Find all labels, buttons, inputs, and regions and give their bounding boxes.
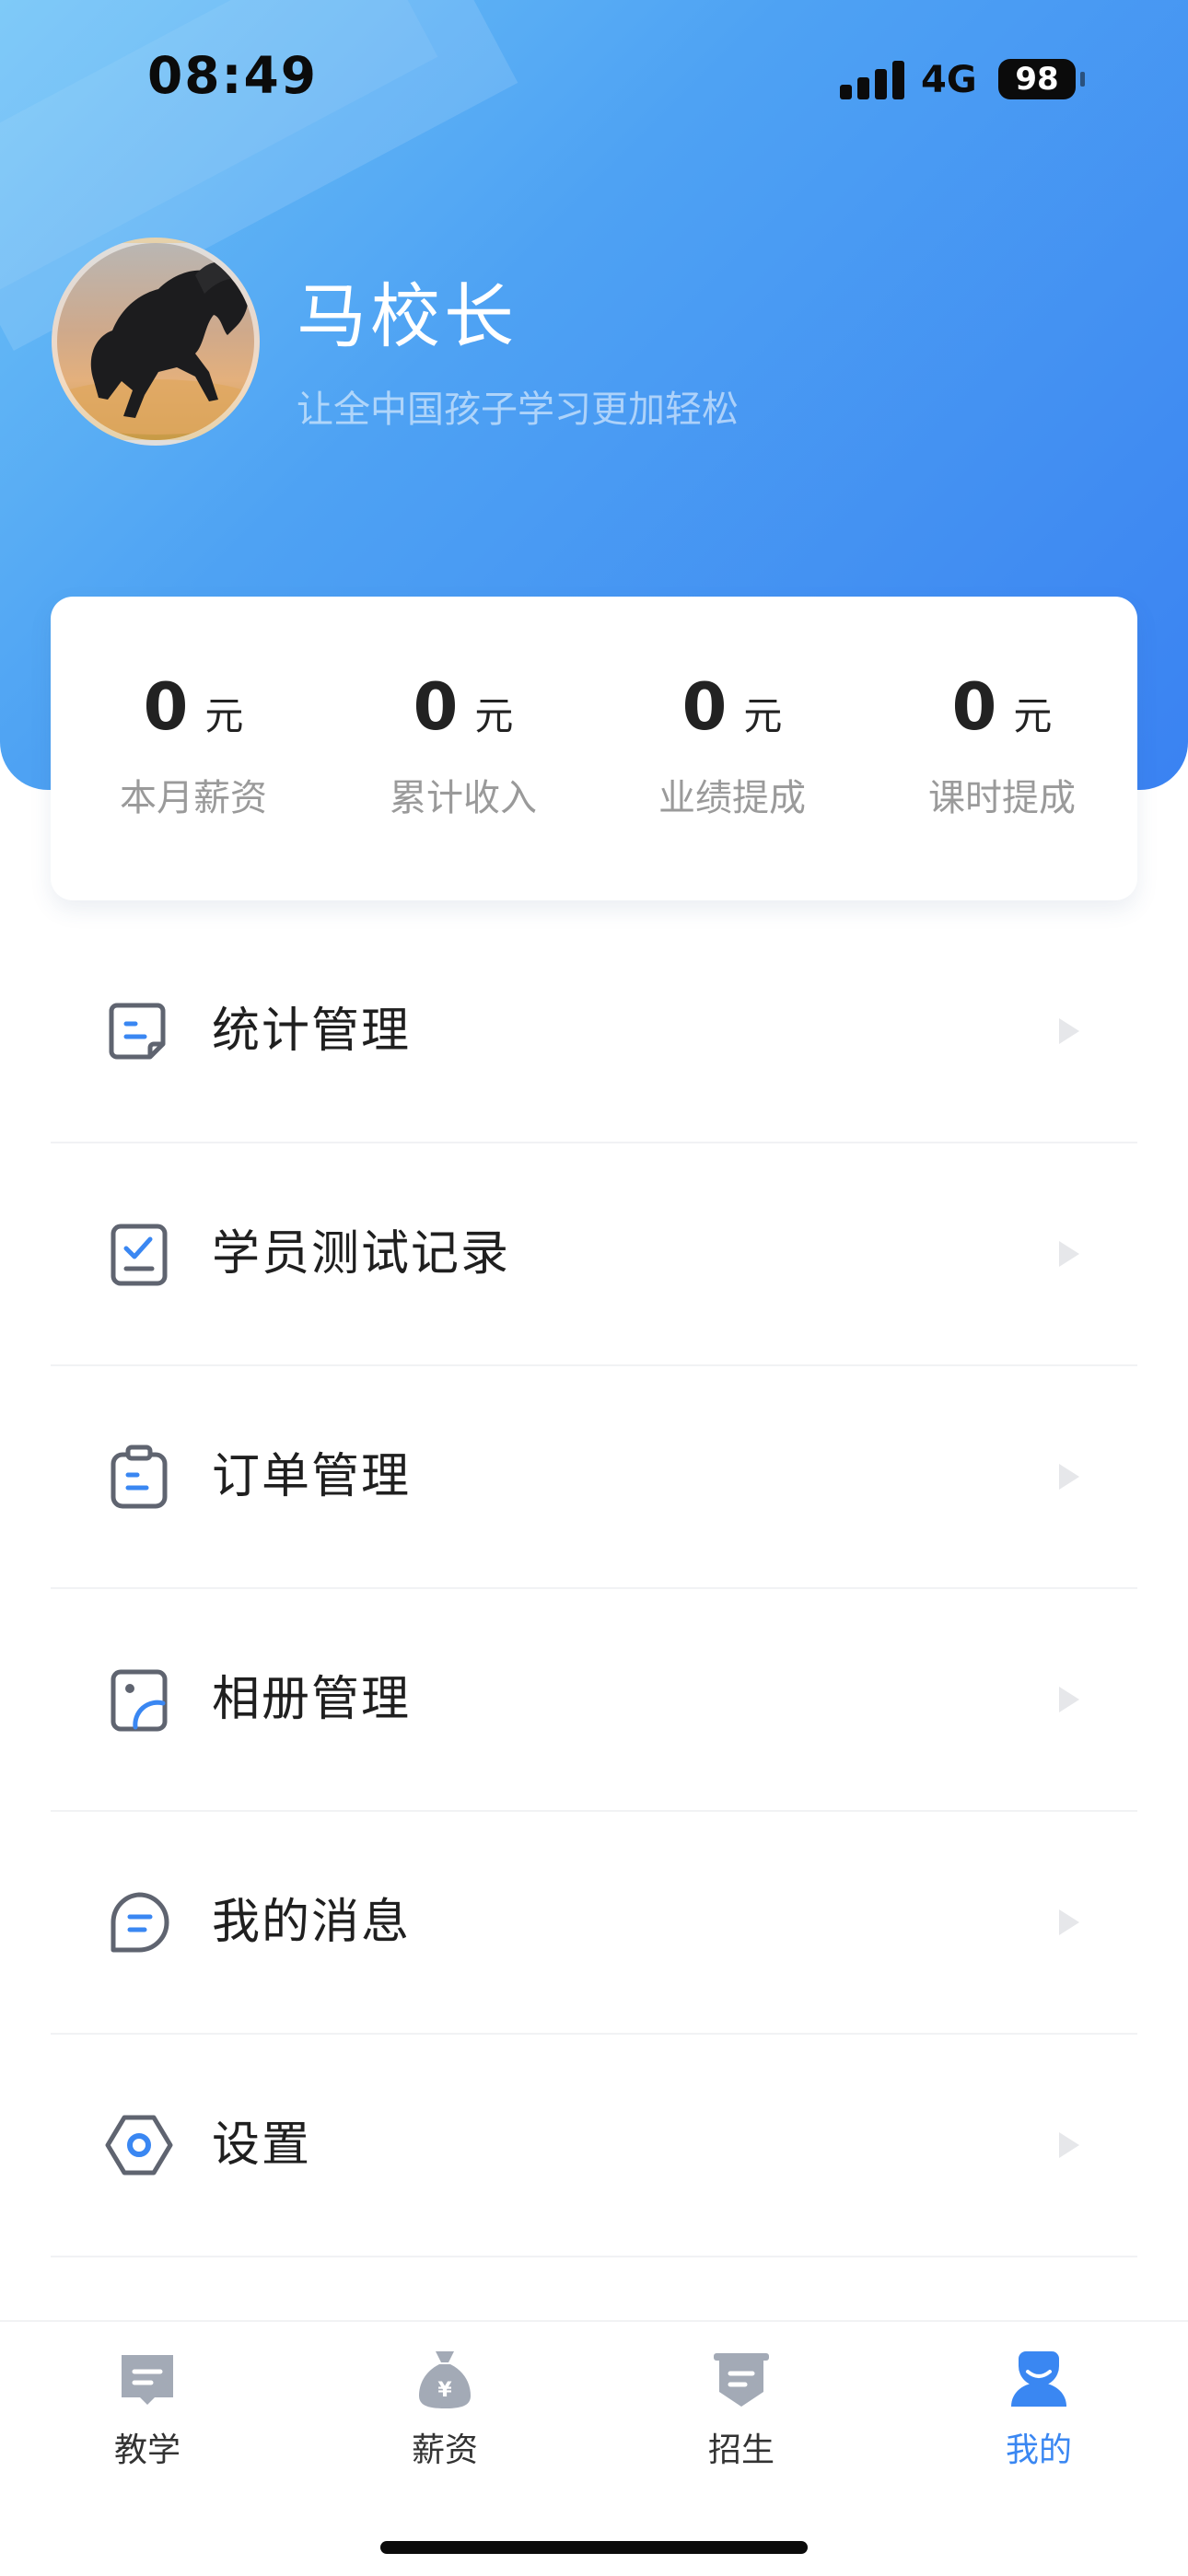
- chevron-right-icon: [1059, 2132, 1079, 2158]
- stat-unit: 元: [204, 693, 244, 738]
- tab-salary[interactable]: ¥ 薪资: [353, 2346, 537, 2471]
- menu-item-label: 相册管理: [212, 1672, 412, 1727]
- earnings-summary-card: 0元 本月薪资 0元 累计收入 0元 业绩提成 0元 课时提成: [51, 597, 1137, 900]
- menu-item-settings[interactable]: 设置: [51, 2035, 1137, 2257]
- album-icon: [111, 1669, 168, 1732]
- stat-total-income[interactable]: 0元 累计收入: [348, 672, 578, 821]
- signal-icon: [840, 59, 904, 99]
- user-icon: [1011, 2351, 1066, 2407]
- menu-item-album[interactable]: 相册管理: [51, 1589, 1137, 1812]
- message-icon: [111, 1892, 169, 1953]
- menu-item-statistics[interactable]: 统计管理: [51, 921, 1137, 1143]
- enrollment-icon: [714, 2353, 769, 2407]
- home-indicator: [380, 2541, 808, 2554]
- stat-label: 业绩提成: [658, 777, 806, 819]
- menu-item-label: 统计管理: [212, 1004, 412, 1059]
- tab-mine[interactable]: 我的: [947, 2346, 1131, 2471]
- stat-unit: 元: [474, 693, 514, 738]
- menu-item-messages[interactable]: 我的消息: [51, 1812, 1137, 2035]
- profile-motto: 让全中国孩子学习更加轻松: [297, 389, 739, 431]
- stat-label: 本月薪资: [120, 777, 267, 819]
- avatar[interactable]: [52, 238, 260, 446]
- tab-label: 招生: [707, 2431, 775, 2469]
- stat-value: 0: [143, 669, 189, 745]
- tab-label: 薪资: [411, 2431, 478, 2469]
- stat-unit: 元: [1013, 693, 1053, 738]
- status-time: 08:49: [147, 46, 319, 105]
- chevron-right-icon: [1059, 1687, 1079, 1712]
- tab-enrollment[interactable]: 招生: [649, 2346, 833, 2471]
- tab-label: 我的: [1005, 2431, 1072, 2469]
- settings-hexagon-icon: [105, 2115, 173, 2176]
- bottom-tab-bar: 教学 ¥ 薪资 招生 我的: [0, 2320, 1188, 2576]
- chevron-right-icon: [1059, 1018, 1079, 1044]
- stat-label: 课时提成: [928, 777, 1076, 819]
- menu-item-orders[interactable]: 订单管理: [51, 1366, 1137, 1589]
- stat-lesson-commission[interactable]: 0元 课时提成: [887, 672, 1117, 821]
- battery-icon: 98: [998, 59, 1076, 99]
- network-type: 4G: [921, 59, 977, 101]
- profile-name: 马校长: [297, 275, 518, 357]
- clipboard-icon: [111, 1445, 168, 1509]
- menu-item-label: 设置: [212, 2118, 312, 2173]
- tab-label: 教学: [113, 2431, 181, 2469]
- stat-unit: 元: [743, 693, 783, 738]
- test-record-icon: [111, 1224, 168, 1286]
- stat-monthly-salary[interactable]: 0元 本月薪资: [78, 672, 309, 821]
- money-bag-icon: ¥: [419, 2351, 471, 2408]
- chevron-right-icon: [1059, 1241, 1079, 1267]
- menu-item-label: 订单管理: [212, 1449, 412, 1504]
- black-horse-avatar-icon: [57, 261, 254, 435]
- stat-value: 0: [413, 669, 459, 745]
- tab-teaching[interactable]: 教学: [55, 2346, 239, 2471]
- menu-item-label: 学员测试记录: [212, 1226, 511, 1282]
- stat-label: 累计收入: [390, 777, 537, 819]
- menu-item-label: 我的消息: [212, 1895, 412, 1950]
- svg-text:¥: ¥: [437, 2379, 452, 2402]
- chevron-right-icon: [1059, 1464, 1079, 1490]
- menu-item-test-records[interactable]: 学员测试记录: [51, 1143, 1137, 1366]
- stat-performance-commission[interactable]: 0元 业绩提成: [617, 672, 847, 821]
- statistics-doc-icon: [109, 1003, 166, 1060]
- stat-value: 0: [681, 669, 728, 745]
- chevron-right-icon: [1059, 1909, 1079, 1935]
- stat-value: 0: [951, 669, 997, 745]
- teaching-icon: [122, 2355, 173, 2405]
